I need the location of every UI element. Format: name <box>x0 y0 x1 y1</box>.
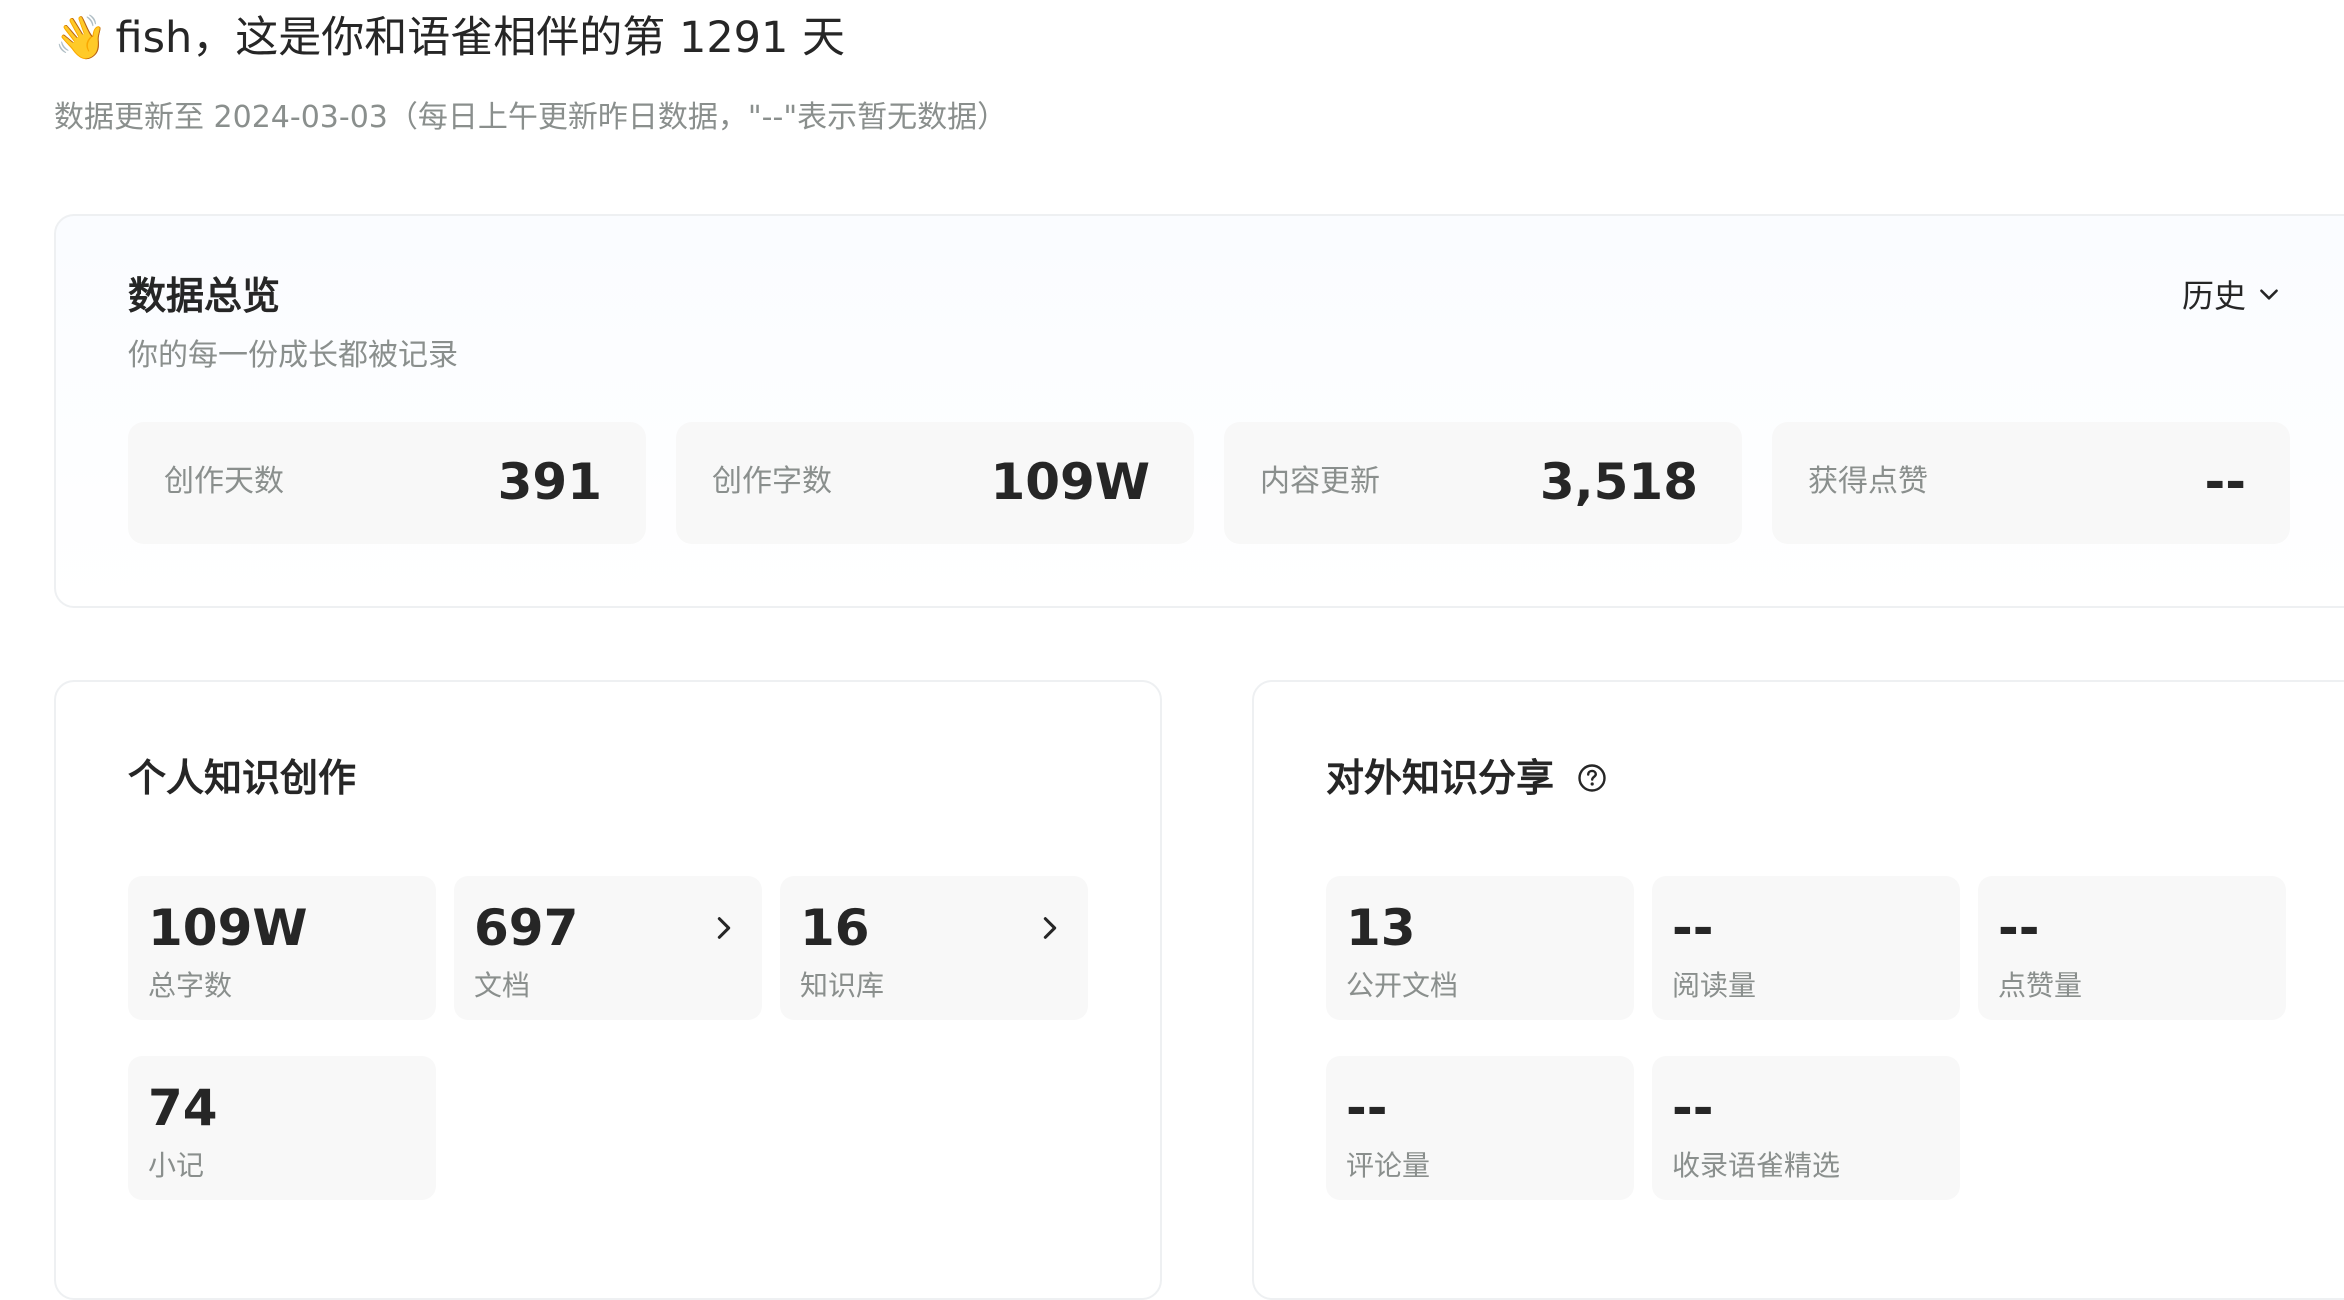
question-circle-icon[interactable] <box>1576 762 1608 794</box>
period-selector-label: 历史 <box>2182 277 2247 315</box>
tile-value: -- <box>1998 899 2040 957</box>
tile-value: -- <box>1672 899 1714 957</box>
tile-documents[interactable]: 697 文档 <box>454 876 762 1020</box>
tile-value: 16 <box>800 899 870 957</box>
tile-label: 收录语雀精选 <box>1672 1149 1841 1182</box>
tile-comment-count: -- 评论量 <box>1326 1056 1634 1200</box>
tile-knowledge-bases[interactable]: 16 知识库 <box>780 876 1088 1020</box>
stat-value: -- <box>2204 453 2246 511</box>
tile-total-words: 109W 总字数 <box>128 876 436 1020</box>
personal-creation-panel: 个人知识创作 109W 总字数 697 文档 16 知识库 74 小记 <box>54 680 1162 1300</box>
data-update-note: 数据更新至 2024-03-03（每日上午更新昨日数据，"--"表示暂无数据） <box>54 100 1008 135</box>
stat-label: 内容更新 <box>1260 464 1380 499</box>
stat-value: 3,518 <box>1539 453 1698 511</box>
stat-value: 109W <box>990 453 1150 511</box>
external-sharing-panel: 对外知识分享 13 公开文档 -- 阅读量 -- 点赞量 -- 评论量 -- 收… <box>1252 680 2344 1300</box>
stat-creation-days: 创作天数 391 <box>128 422 646 544</box>
panel-title-text: 个人知识创作 <box>128 756 357 800</box>
panel-title-text: 对外知识分享 <box>1326 756 1555 800</box>
overview-subtitle: 你的每一份成长都被记录 <box>128 338 458 373</box>
tile-featured-count: -- 收录语雀精选 <box>1652 1056 1960 1200</box>
greeting-text: fish，这是你和语雀相伴的第 1291 天 <box>115 13 846 63</box>
stat-label: 获得点赞 <box>1808 464 1928 499</box>
tile-value: -- <box>1672 1079 1714 1137</box>
external-sharing-title: 对外知识分享 <box>1326 750 1608 806</box>
tile-label: 文档 <box>474 969 531 1002</box>
stat-likes-received: 获得点赞 -- <box>1772 422 2290 544</box>
tile-label: 评论量 <box>1346 1149 1431 1182</box>
tile-public-documents: 13 公开文档 <box>1326 876 1634 1020</box>
data-overview-card: 数据总览 你的每一份成长都被记录 历史 创作天数 391 创作字数 109W 内… <box>54 214 2344 608</box>
period-selector-dropdown[interactable]: 历史 <box>2182 272 2282 320</box>
stat-creation-words: 创作字数 109W <box>676 422 1194 544</box>
stat-label: 创作字数 <box>712 464 832 499</box>
tile-read-count: -- 阅读量 <box>1652 876 1960 1020</box>
chevron-right-icon <box>1036 910 1064 946</box>
tile-label: 总字数 <box>148 969 233 1002</box>
tile-value: 13 <box>1346 899 1416 957</box>
tile-like-count: -- 点赞量 <box>1978 876 2286 1020</box>
tile-value: -- <box>1346 1079 1388 1137</box>
stat-value: 391 <box>497 453 602 511</box>
tile-notes: 74 小记 <box>128 1056 436 1200</box>
tile-value: 697 <box>474 899 579 957</box>
tile-label: 小记 <box>148 1149 205 1182</box>
tile-label: 点赞量 <box>1998 969 2083 1002</box>
tile-value: 74 <box>148 1079 218 1137</box>
tile-label: 阅读量 <box>1672 969 1757 1002</box>
overview-title: 数据总览 <box>128 274 281 318</box>
stat-label: 创作天数 <box>164 464 284 499</box>
stat-content-updates: 内容更新 3,518 <box>1224 422 1742 544</box>
waving-hand-icon: 👋 <box>54 13 108 63</box>
personal-creation-title: 个人知识创作 <box>128 750 356 806</box>
greeting-title: 👋 fish，这是你和语雀相伴的第 1291 天 <box>54 8 845 68</box>
tile-label: 公开文档 <box>1346 969 1459 1002</box>
chevron-down-icon <box>2256 272 2282 320</box>
tile-value: 109W <box>148 899 308 957</box>
tile-label: 知识库 <box>800 969 885 1002</box>
chevron-right-icon <box>710 910 738 946</box>
